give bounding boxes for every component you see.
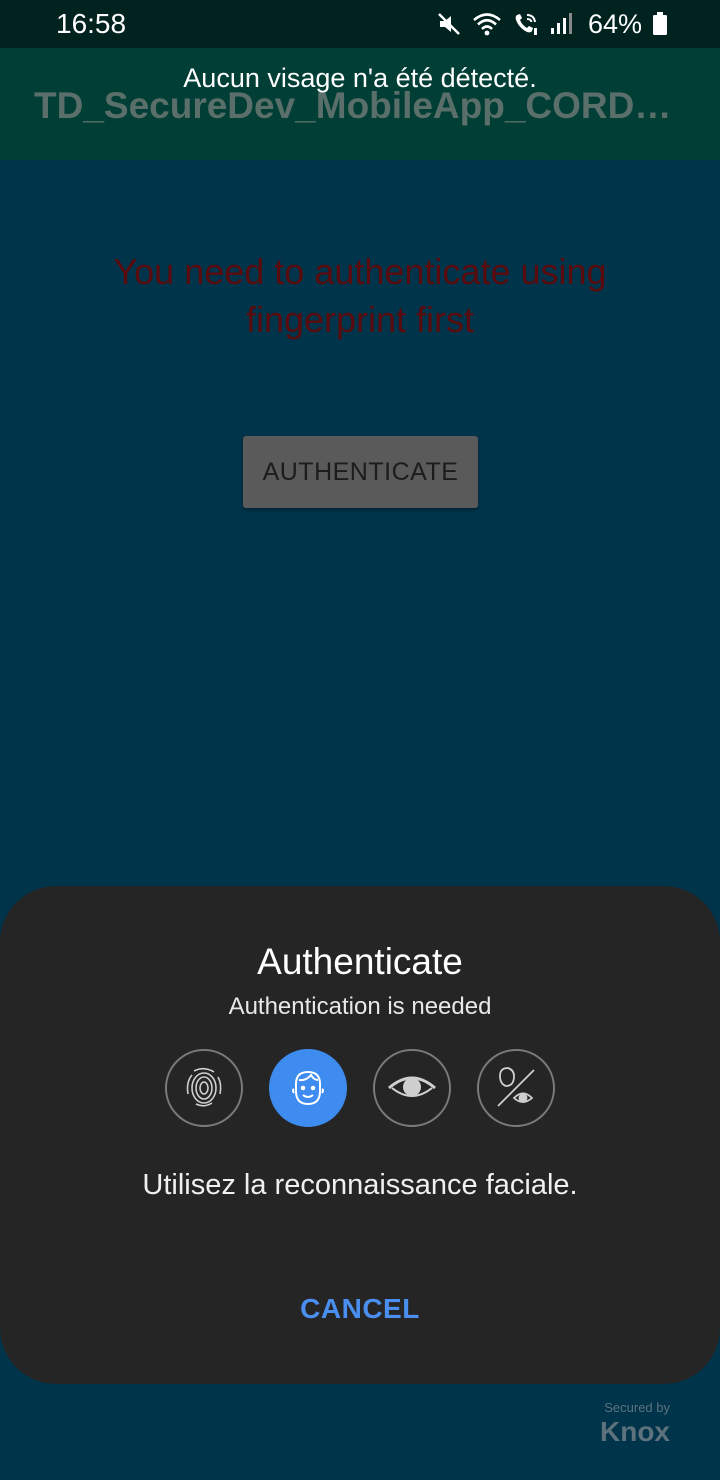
status-icons: 64% [436,6,668,42]
auth-prompt-text: You need to authenticate using fingerpri… [113,251,607,340]
biometric-instruction: Utilisez la reconnaissance faciale. [142,1169,578,1201]
biometric-dialog: Authenticate Authentication is needed Ut… [0,886,720,1384]
iris-icon [386,1068,438,1108]
knox-watermark: Secured by Knox [566,1400,670,1448]
battery-percentage: 64% [587,9,642,39]
knox-logo-text: Knox [600,1416,670,1447]
battery-icon [652,11,668,37]
wifi-calling-icon [512,11,540,37]
face-icon [284,1064,332,1112]
fingerprint-option[interactable] [165,1049,243,1127]
dialog-subtitle: Authentication is needed [228,993,492,1020]
status-bar: 16:58 64% [0,0,720,48]
wifi-icon [472,11,502,37]
cancel-button[interactable]: CANCEL [260,1284,460,1334]
biometric-options [165,1049,555,1127]
intelligent-scan-icon [490,1062,542,1114]
fingerprint-icon [180,1064,228,1112]
mute-icon [436,11,462,37]
intelligent-scan-option[interactable] [477,1049,555,1127]
authenticate-button[interactable]: AUTHENTICATE [243,436,478,508]
dialog-title: Authenticate [257,941,463,982]
status-time: 16:58 [56,8,127,39]
iris-option[interactable] [373,1049,451,1127]
knox-secured-by-text: Secured by [604,1400,670,1415]
face-option[interactable] [269,1049,347,1127]
signal-icon [550,11,574,37]
toast-message: Aucun visage n'a été détecté. [183,63,537,93]
